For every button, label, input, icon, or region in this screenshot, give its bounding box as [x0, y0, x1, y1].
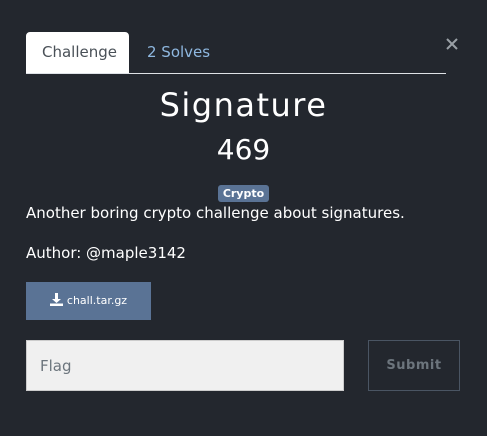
challenge-modal: Challenge 2 Solves Signature 469 Crypto …: [0, 0, 487, 436]
tab-bar: Challenge 2 Solves: [26, 32, 446, 74]
category-badge: Crypto: [217, 185, 270, 202]
tab-solves[interactable]: 2 Solves: [131, 32, 226, 72]
challenge-points: 469: [216, 133, 271, 166]
close-icon: [446, 38, 458, 50]
flag-input[interactable]: [26, 340, 344, 391]
download-icon: [49, 293, 63, 306]
tag-container: Crypto: [0, 182, 487, 202]
close-button[interactable]: [445, 36, 461, 52]
submit-button[interactable]: Submit: [368, 340, 460, 391]
challenge-description: Another boring crypto challenge about si…: [26, 204, 405, 222]
tab-challenge[interactable]: Challenge: [26, 32, 129, 73]
file-name: chall.tar.gz: [66, 294, 128, 307]
challenge-author: Author: @maple3142: [26, 244, 186, 262]
challenge-title: Signature: [159, 86, 328, 124]
download-file-button[interactable]: chall.tar.gz: [26, 282, 151, 320]
